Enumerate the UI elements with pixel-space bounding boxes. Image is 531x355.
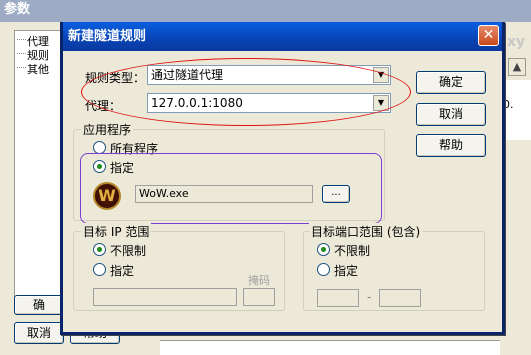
ip-unlimited-label: 不限制	[110, 244, 147, 258]
background-panel	[160, 340, 500, 355]
settings-tree: 代理 规则 其他	[14, 30, 66, 300]
purple-annotation-box	[80, 153, 382, 224]
background-cancel-button[interactable]: 取消	[14, 322, 64, 344]
port-start-field[interactable]	[317, 289, 359, 307]
port-specify-label: 指定	[334, 264, 359, 278]
tree-item-other[interactable]: 其他	[27, 61, 49, 77]
port-dash: -	[367, 290, 372, 304]
background-ok-button[interactable]: 确	[14, 295, 64, 315]
port-specify-radio[interactable]	[317, 263, 330, 276]
application-group-label: 应用程序	[81, 121, 134, 138]
port-end-field[interactable]	[379, 289, 421, 307]
mask-label: 掩码	[248, 274, 270, 287]
up-arrow-icon[interactable]: ▲	[508, 58, 526, 76]
background-window-title: 参数	[0, 0, 531, 22]
new-tunnel-rule-dialog: 新建隧道规则 ✕ 规则类型： 通过隧道代理 ▼ 代理： 127.0.0.1:10…	[60, 22, 505, 335]
port-unlimited-radio[interactable]	[317, 243, 330, 256]
red-annotation-oval	[81, 58, 411, 126]
close-icon[interactable]: ✕	[478, 25, 499, 46]
ip-unlimited-radio[interactable]	[93, 243, 106, 256]
dialog-title: 新建隧道规则	[63, 22, 502, 51]
ip-specify-label: 指定	[110, 264, 135, 278]
cancel-button[interactable]: 取消	[416, 103, 486, 126]
mask-field[interactable]	[243, 288, 275, 306]
tree-connector	[17, 67, 26, 68]
target-port-label: 目标端口范围 (包含)	[309, 223, 423, 240]
ip-address-field[interactable]	[93, 288, 237, 306]
port-unlimited-label: 不限制	[334, 244, 371, 258]
tree-connector	[17, 39, 26, 40]
help-button[interactable]: 帮助	[416, 134, 486, 157]
target-ip-label: 目标 IP 范围	[81, 223, 152, 240]
ok-button[interactable]: 确定	[416, 71, 486, 94]
ip-specify-radio[interactable]	[93, 263, 106, 276]
tree-connector	[17, 53, 26, 54]
